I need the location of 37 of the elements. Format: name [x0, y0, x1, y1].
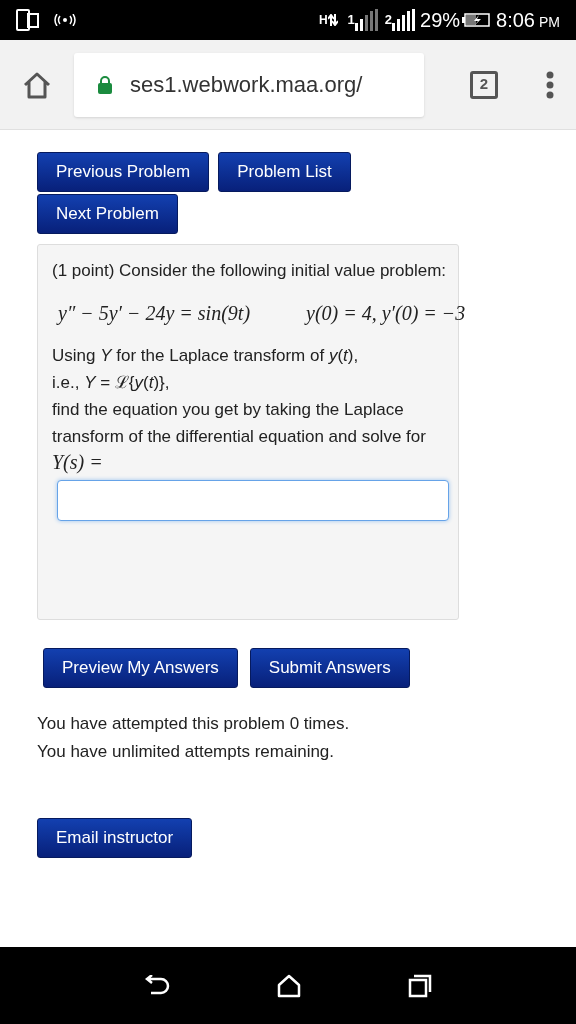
problem-text: find the equation you get by taking the Laplace transform of the differential equation and solve for — [52, 399, 427, 448]
battery-percent: 29% — [420, 8, 461, 33]
network-type: H — [318, 14, 328, 26]
more-menu-icon[interactable] — [546, 70, 554, 99]
action-button[interactable]: Submit Answers — [249, 648, 410, 688]
tab-count[interactable]: 2 — [470, 70, 498, 99]
home-icon[interactable] — [277, 973, 301, 998]
action-button[interactable]: Preview My Answers — [43, 648, 238, 688]
answer-label: Y(s) = — [52, 450, 104, 474]
address-bar[interactable]: ses1.webwork.maa.org/ — [74, 52, 424, 117]
problem-text: Using Y for the Laplace transform of y(t), — [52, 345, 360, 367]
wireless-icon — [54, 14, 76, 26]
answer-field[interactable] — [57, 480, 449, 521]
screen-mirror-icon — [16, 9, 40, 31]
nav-button[interactable]: Problem List — [218, 152, 351, 192]
signal-icon — [354, 9, 379, 31]
equation-text: y″ − 5y′ − 24y = sin(9t) — [58, 301, 251, 327]
problem-text: i.e., Y = ℒ{y(t)}, — [52, 372, 171, 394]
clock-time: 8:06 — [496, 8, 535, 33]
attempts-message: You have attempted this problem 0 times. — [37, 713, 351, 735]
signal-icon — [392, 9, 417, 31]
attempts-message: You have unlimited attempts remaining. — [37, 741, 336, 763]
sim-label: 1 — [347, 11, 355, 30]
battery-charging-icon — [462, 13, 491, 27]
data-arrows-icon — [327, 14, 338, 26]
nav-button[interactable]: Previous Problem — [37, 152, 210, 192]
back-icon[interactable] — [143, 974, 170, 997]
lock-icon — [98, 75, 112, 94]
recent-apps-icon[interactable] — [408, 973, 433, 998]
url-text: ses1.webwork.maa.org/ — [130, 71, 363, 99]
home-icon[interactable] — [22, 70, 52, 99]
clock-period: PM — [539, 12, 560, 32]
sim-label: 2 — [384, 11, 393, 30]
problem-text: (1 point) Consider the following initial value problem: — [52, 260, 448, 282]
email-instructor-button[interactable]: Email instructor — [37, 818, 193, 858]
initial-conditions-text: y(0) = 4, y′(0) = −3 — [306, 301, 466, 327]
nav-button[interactable]: Next Problem — [37, 194, 178, 234]
